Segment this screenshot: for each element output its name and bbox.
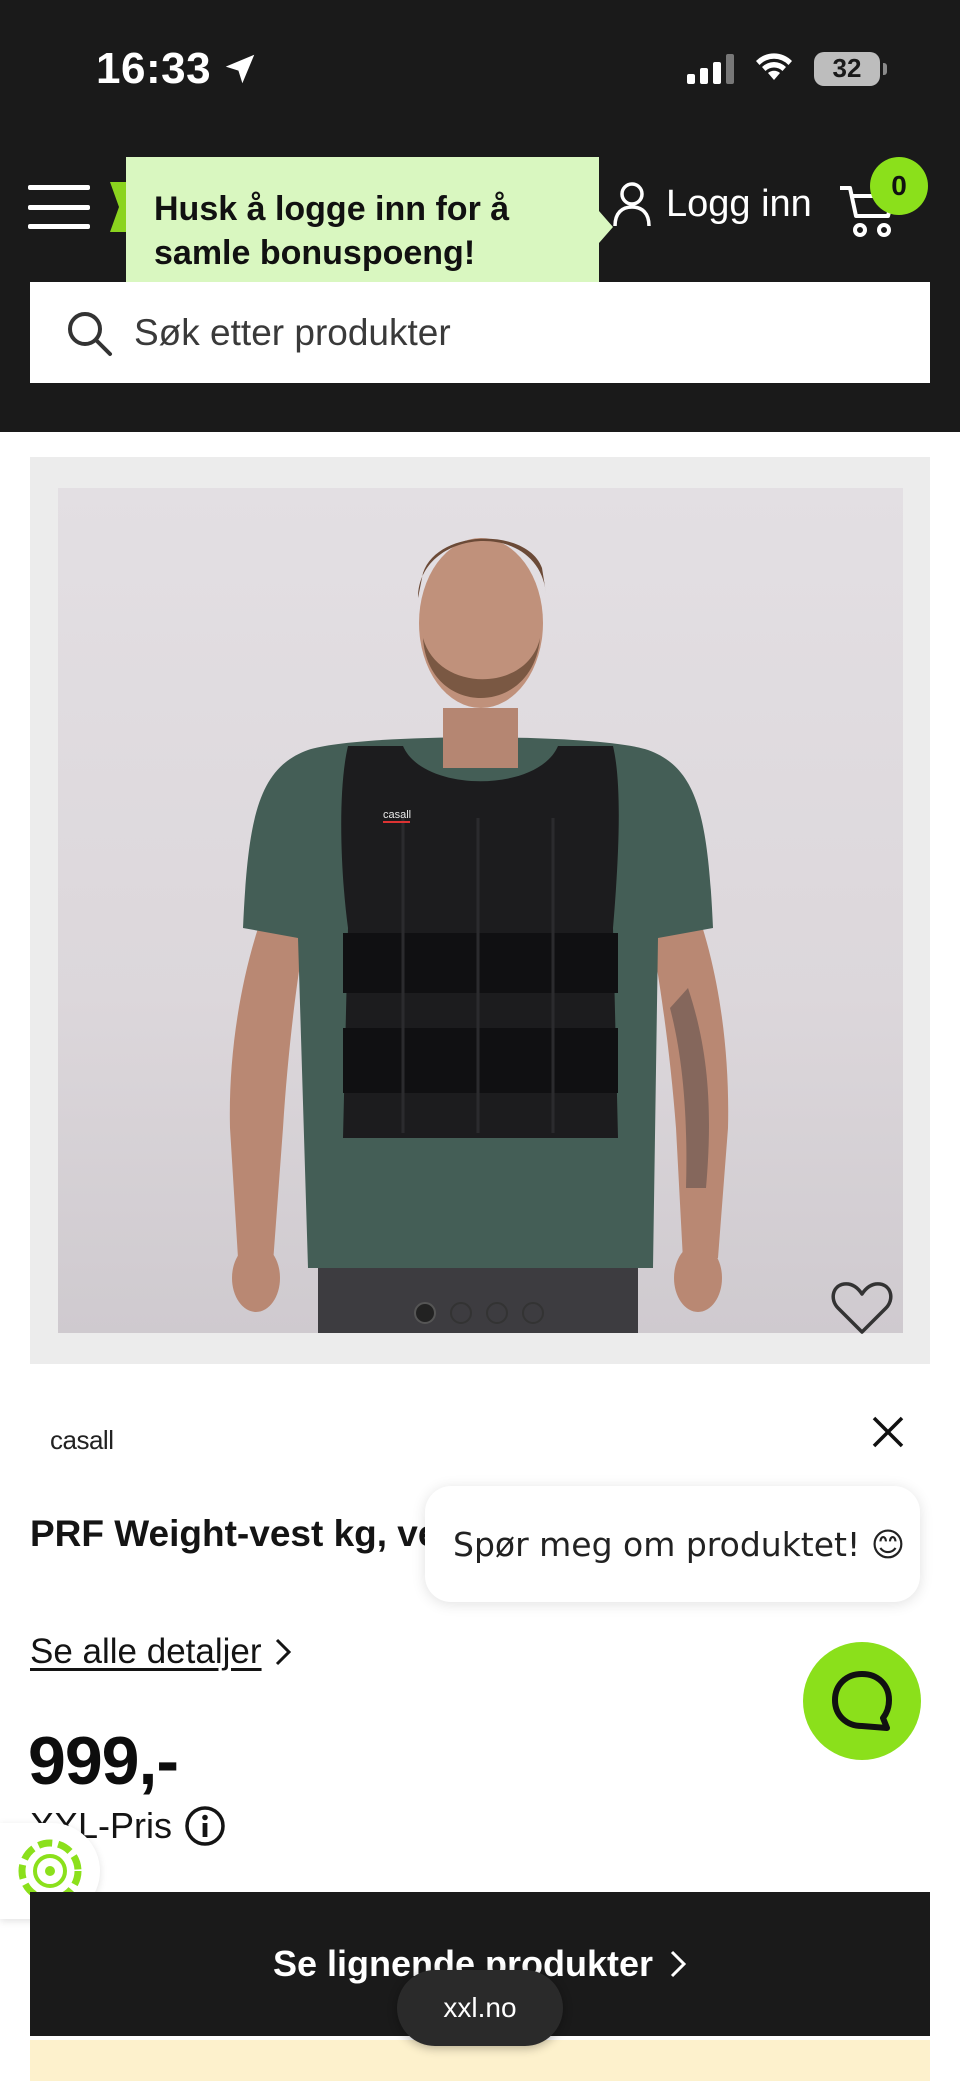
menu-icon[interactable]	[28, 185, 90, 229]
info-banner-strip	[30, 2040, 930, 2081]
browser-url-pill[interactable]: xxl.no	[397, 1970, 563, 2046]
info-icon[interactable]	[184, 1805, 226, 1847]
gallery-dot[interactable]	[414, 1302, 436, 1324]
search-bar[interactable]	[30, 282, 930, 383]
model-in-vest-illustration: casall	[229, 538, 729, 1333]
cart-count-badge[interactable]: 0	[870, 157, 928, 215]
chat-prompt-bubble[interactable]: Spør meg om produktet! 😊	[425, 1486, 920, 1602]
chevron-right-icon	[670, 1950, 687, 1978]
see-details-label: Se alle detaljer	[30, 1632, 262, 1671]
gallery-dot[interactable]	[522, 1302, 544, 1324]
close-icon[interactable]	[868, 1412, 908, 1452]
wifi-icon	[754, 50, 794, 87]
gallery-pagination	[414, 1302, 544, 1324]
battery-level: 32	[832, 53, 862, 83]
chat-button[interactable]	[803, 1642, 921, 1760]
product-title: PRF Weight-vest kg, vekt	[30, 1513, 430, 1554]
login-button[interactable]: Logg inn	[612, 180, 812, 228]
product-image-card: casall	[30, 457, 930, 1364]
user-icon	[613, 182, 651, 227]
product-image[interactable]: casall	[58, 488, 903, 1333]
chat-icon	[832, 1671, 892, 1731]
gallery-dot[interactable]	[486, 1302, 508, 1324]
login-reminder-tooltip[interactable]: Husk å logge inn for å samle bonuspoeng!	[126, 157, 613, 301]
gallery-dot[interactable]	[450, 1302, 472, 1324]
search-icon	[68, 311, 112, 356]
status-bar: 16:33 32	[0, 0, 960, 140]
status-time: 16:33	[96, 44, 212, 93]
chevron-right-icon	[275, 1638, 291, 1666]
vest-logo: casall	[383, 809, 411, 821]
search-input[interactable]	[134, 311, 894, 354]
brand-logo[interactable]: casall	[50, 1425, 114, 1456]
heart-icon[interactable]	[830, 1280, 894, 1336]
login-label: Logg inn	[666, 182, 812, 225]
location-arrow-icon	[225, 54, 255, 84]
battery-icon: 32	[814, 51, 887, 86]
see-details-link[interactable]: Se alle detaljer	[30, 1632, 292, 1672]
product-price: 999,-	[28, 1723, 179, 1799]
signal-icon	[687, 53, 734, 84]
